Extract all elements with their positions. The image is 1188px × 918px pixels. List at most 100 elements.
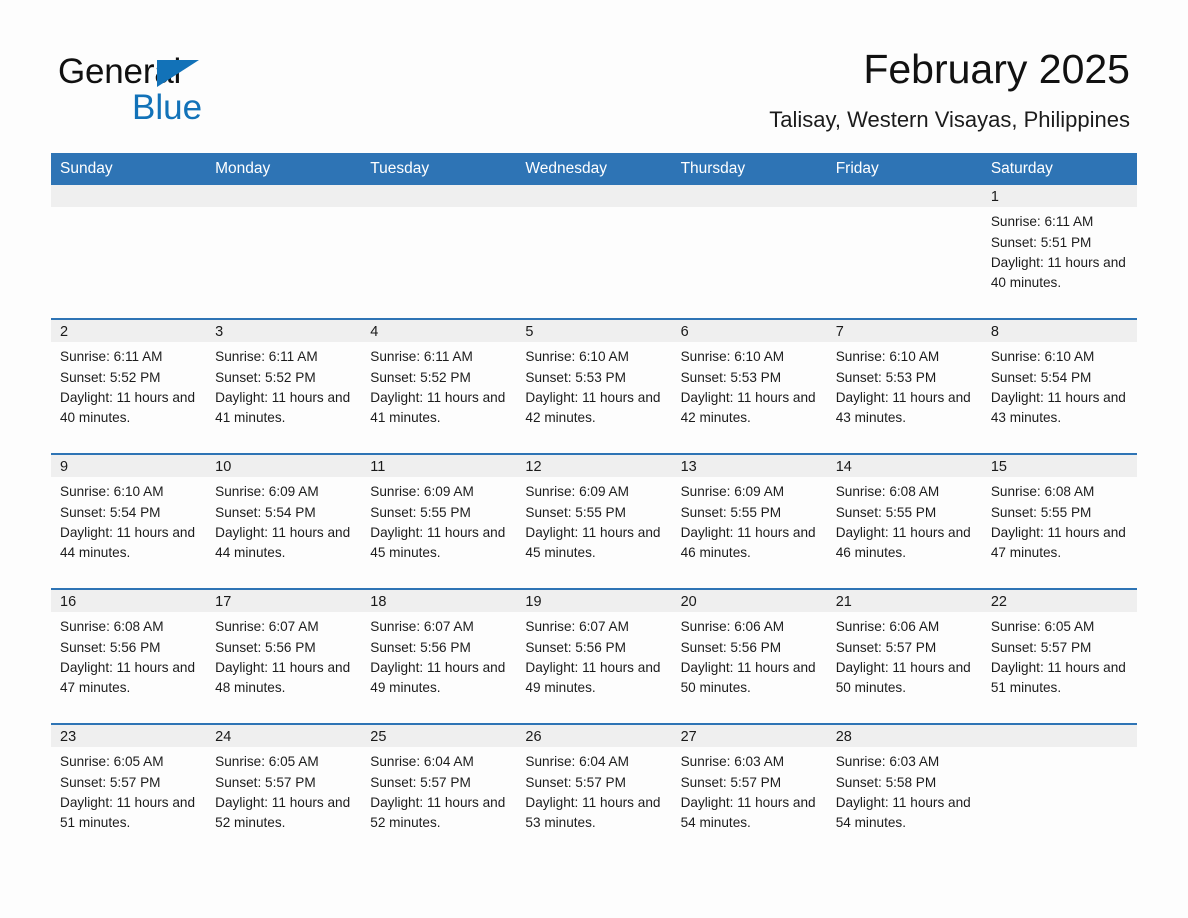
day-details: Sunrise: 6:11 AM Sunset: 5:51 PM Daylight:… (982, 207, 1137, 293)
day-details: Sunrise: 6:10 AM Sunset: 5:54 PM Daylight:… (51, 477, 206, 563)
daylight-text: Daylight: 11 hours and 53 minutes. (525, 794, 661, 831)
day-number: 11 (361, 455, 517, 478)
calendar-day-cell[interactable]: 26 Sunrise: 6:04 AM Sunset: 5:57 PM Dayligh… (516, 723, 672, 859)
day-cell-inner: 27 Sunrise: 6:03 AM Sunset: 5:57 PM Dayligh… (671, 725, 827, 858)
calendar-day-cell[interactable]: 24 Sunrise: 6:05 AM Sunset: 5:57 PM Dayligh… (206, 723, 362, 859)
day-details: Sunrise: 6:04 AM Sunset: 5:57 PM Daylight:… (361, 747, 516, 833)
calendar-day-cell[interactable]: 6 Sunrise: 6:10 AM Sunset: 5:53 PM Daylight… (671, 318, 827, 455)
day-number: 14 (826, 455, 982, 478)
daylight-text: Daylight: 11 hours and 41 minutes. (370, 389, 506, 426)
day-cell-inner: 2 Sunrise: 6:11 AM Sunset: 5:52 PM Daylight… (51, 320, 207, 453)
day-details: Sunrise: 6:10 AM Sunset: 5:53 PM Daylight:… (827, 342, 982, 428)
calendar-day-cell[interactable]: 12 Sunrise: 6:09 AM Sunset: 5:55 PM Dayligh… (516, 453, 672, 590)
day-number (981, 725, 1137, 748)
weekday-header-thursday: Thursday (671, 153, 827, 186)
sunrise-text: Sunrise: 6:09 AM (215, 484, 319, 500)
day-cell-inner: 22 Sunrise: 6:05 AM Sunset: 5:57 PM Dayligh… (981, 590, 1137, 723)
calendar-day-cell[interactable]: 28 Sunrise: 6:03 AM Sunset: 5:58 PM Dayligh… (826, 723, 982, 859)
calendar-day-cell[interactable]: 1 Sunrise: 6:11 AM Sunset: 5:51 PM Daylight… (981, 185, 1137, 320)
sunrise-text: Sunrise: 6:10 AM (525, 349, 629, 365)
sunset-text: Sunset: 5:55 PM (990, 504, 1092, 520)
sunrise-text: Sunrise: 6:11 AM (370, 349, 473, 365)
day-number: 15 (981, 455, 1137, 478)
sunrise-text: Sunrise: 6:08 AM (835, 484, 940, 500)
calendar-day-cell[interactable]: 22 Sunrise: 6:05 AM Sunset: 5:57 PM Dayligh… (981, 588, 1137, 725)
daylight-text: Daylight: 11 hours and 50 minutes. (835, 659, 971, 696)
day-number (671, 185, 827, 208)
daylight-text: Daylight: 11 hours and 44 minutes. (215, 524, 351, 561)
day-number: 27 (671, 725, 827, 748)
day-number: 7 (826, 320, 982, 343)
calendar-day-cell[interactable]: 4 Sunrise: 6:11 AM Sunset: 5:52 PM Daylight… (361, 318, 517, 455)
daylight-text: Daylight: 11 hours and 45 minutes. (370, 524, 506, 561)
day-cell-inner: 10 Sunrise: 6:09 AM Sunset: 5:54 PM Dayligh… (206, 455, 362, 588)
calendar-day-cell[interactable]: 9 Sunrise: 6:10 AM Sunset: 5:54 PM Daylight… (51, 453, 207, 590)
day-number: 21 (826, 590, 982, 613)
day-details: Sunrise: 6:10 AM Sunset: 5:53 PM Daylight:… (672, 342, 827, 428)
calendar-day-cell[interactable]: 7 Sunrise: 6:10 AM Sunset: 5:53 PM Daylight… (826, 318, 982, 455)
sunset-text: Sunset: 5:51 PM (990, 234, 1092, 250)
calendar-day-cell[interactable]: 2 Sunrise: 6:11 AM Sunset: 5:52 PM Daylight… (51, 318, 207, 455)
calendar-day-cell[interactable]: 25 Sunrise: 6:04 AM Sunset: 5:57 PM Dayligh… (361, 723, 517, 859)
calendar-day-cell[interactable]: 11 Sunrise: 6:09 AM Sunset: 5:55 PM Dayligh… (361, 453, 517, 590)
calendar-day-cell[interactable]: 17 Sunrise: 6:07 AM Sunset: 5:56 PM Dayligh… (206, 588, 362, 725)
sunrise-text: Sunrise: 6:05 AM (215, 754, 319, 770)
sunrise-text: Sunrise: 6:11 AM (215, 349, 318, 365)
day-cell-inner: 4 Sunrise: 6:11 AM Sunset: 5:52 PM Daylight… (361, 320, 517, 453)
calendar-day-cell[interactable]: 19 Sunrise: 6:07 AM Sunset: 5:56 PM Dayligh… (516, 588, 672, 725)
day-number: 13 (671, 455, 827, 478)
calendar-day-cell[interactable]: 8 Sunrise: 6:10 AM Sunset: 5:54 PM Daylight… (981, 318, 1137, 455)
sunset-text: Sunset: 5:57 PM (990, 639, 1092, 655)
day-details: Sunrise: 6:10 AM Sunset: 5:54 PM Daylight:… (982, 342, 1137, 428)
day-cell-inner: 19 Sunrise: 6:07 AM Sunset: 5:56 PM Dayligh… (516, 590, 672, 723)
calendar-day-cell[interactable]: 18 Sunrise: 6:07 AM Sunset: 5:56 PM Dayligh… (361, 588, 517, 725)
page-header: General Blue February 2025 Talisay, West… (0, 0, 1188, 133)
daylight-text: Daylight: 11 hours and 41 minutes. (215, 389, 351, 426)
weekday-header-monday: Monday (206, 153, 362, 186)
day-cell-inner: 6 Sunrise: 6:10 AM Sunset: 5:53 PM Daylight… (671, 320, 827, 453)
daylight-text: Daylight: 11 hours and 54 minutes. (680, 794, 816, 831)
sunrise-text: Sunrise: 6:03 AM (835, 754, 940, 770)
sunrise-text: Sunrise: 6:09 AM (525, 484, 629, 500)
calendar-day-cell[interactable]: 15 Sunrise: 6:08 AM Sunset: 5:55 PM Dayligh… (981, 453, 1137, 590)
page-title: February 2025 (863, 46, 1130, 92)
calendar-empty-cell (361, 185, 517, 320)
calendar-day-cell[interactable]: 21 Sunrise: 6:06 AM Sunset: 5:57 PM Dayligh… (826, 588, 982, 725)
calendar-day-cell[interactable]: 13 Sunrise: 6:09 AM Sunset: 5:55 PM Dayligh… (671, 453, 827, 590)
calendar-day-cell[interactable]: 20 Sunrise: 6:06 AM Sunset: 5:56 PM Dayligh… (671, 588, 827, 725)
day-cell-inner: 25 Sunrise: 6:04 AM Sunset: 5:57 PM Dayligh… (361, 725, 517, 858)
day-cell-inner: 8 Sunrise: 6:10 AM Sunset: 5:54 PM Daylight… (981, 320, 1137, 453)
sunset-text: Sunset: 5:57 PM (525, 774, 626, 790)
calendar-week-row: 16 Sunrise: 6:08 AM Sunset: 5:56 PM Dayligh… (51, 588, 1137, 725)
sunrise-text: Sunrise: 6:08 AM (990, 484, 1095, 500)
calendar-day-cell[interactable]: 16 Sunrise: 6:08 AM Sunset: 5:56 PM Dayligh… (51, 588, 207, 725)
day-cell-inner: 20 Sunrise: 6:06 AM Sunset: 5:56 PM Dayligh… (671, 590, 827, 723)
calendar-day-cell[interactable]: 3 Sunrise: 6:11 AM Sunset: 5:52 PM Daylight… (206, 318, 362, 455)
day-number (361, 185, 517, 208)
day-number: 18 (361, 590, 517, 613)
day-cell-inner (51, 185, 207, 318)
day-number: 22 (981, 590, 1137, 613)
sunset-text: Sunset: 5:54 PM (990, 369, 1092, 385)
day-details: Sunrise: 6:05 AM Sunset: 5:57 PM Daylight:… (51, 747, 206, 833)
sunset-text: Sunset: 5:53 PM (680, 369, 782, 385)
calendar-body: 1 Sunrise: 6:11 AM Sunset: 5:51 PM Daylight… (51, 185, 1137, 859)
day-details: Sunrise: 6:06 AM Sunset: 5:57 PM Daylight:… (827, 612, 982, 698)
day-cell-inner: 12 Sunrise: 6:09 AM Sunset: 5:55 PM Dayligh… (516, 455, 672, 588)
sunrise-text: Sunrise: 6:10 AM (835, 349, 940, 365)
calendar-day-cell[interactable]: 5 Sunrise: 6:10 AM Sunset: 5:53 PM Daylight… (516, 318, 672, 455)
sunset-text: Sunset: 5:56 PM (525, 639, 626, 655)
sunrise-text: Sunrise: 6:09 AM (680, 484, 785, 500)
day-number: 3 (206, 320, 362, 343)
daylight-text: Daylight: 11 hours and 52 minutes. (215, 794, 351, 831)
weekday-header-tuesday: Tuesday (361, 153, 517, 186)
daylight-text: Daylight: 11 hours and 46 minutes. (680, 524, 816, 561)
sunset-text: Sunset: 5:57 PM (60, 774, 161, 790)
sunrise-text: Sunrise: 6:10 AM (990, 349, 1095, 365)
calendar-day-cell[interactable]: 23 Sunrise: 6:05 AM Sunset: 5:57 PM Dayligh… (51, 723, 207, 859)
sunrise-text: Sunrise: 6:03 AM (680, 754, 785, 770)
calendar-day-cell[interactable]: 10 Sunrise: 6:09 AM Sunset: 5:54 PM Dayligh… (206, 453, 362, 590)
day-number: 23 (51, 725, 207, 748)
calendar-day-cell[interactable]: 14 Sunrise: 6:08 AM Sunset: 5:55 PM Dayligh… (826, 453, 982, 590)
calendar-day-cell[interactable]: 27 Sunrise: 6:03 AM Sunset: 5:57 PM Dayligh… (671, 723, 827, 859)
